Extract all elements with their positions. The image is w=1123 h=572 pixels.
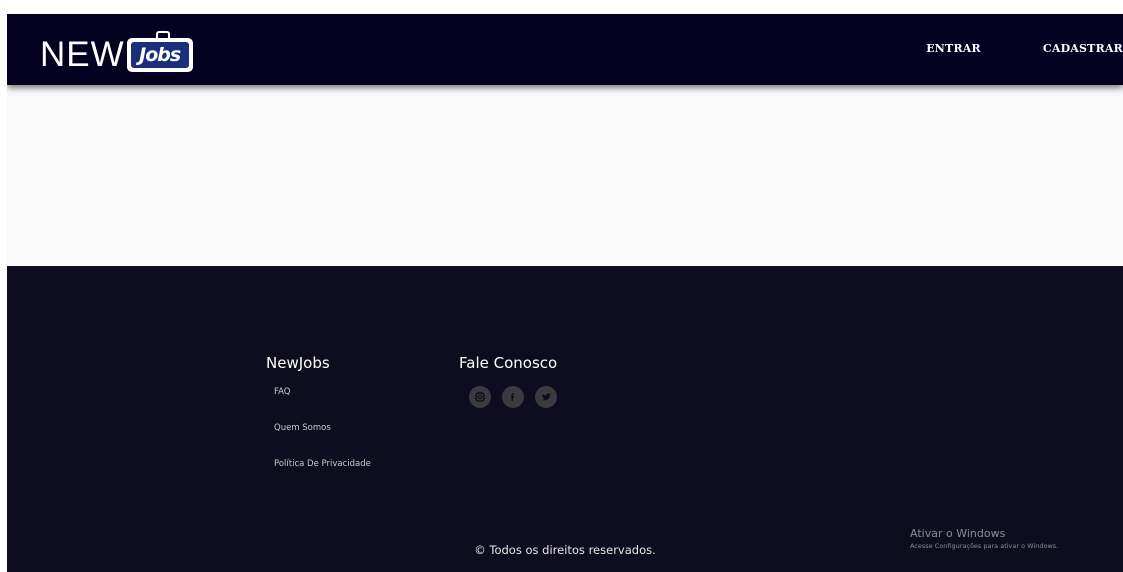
twitter-icon[interactable] <box>535 386 557 408</box>
faq-link[interactable]: FAQ <box>274 386 371 422</box>
instagram-icon[interactable] <box>469 386 491 408</box>
footer-brand-title: NewJobs <box>266 354 330 372</box>
footer-brand-column: NewJobs FAQ Quem Somos Política De Priva… <box>266 354 371 494</box>
watermark-title: Ativar o Windows <box>910 527 1006 540</box>
header-nav: ENTRAR CADASTRAR <box>926 42 1123 55</box>
footer-contact-title: Fale Conosco <box>459 354 558 372</box>
newjobs-logo[interactable]: NEW Jobs <box>40 25 193 75</box>
footer: NewJobs FAQ Quem Somos Política De Priva… <box>7 266 1123 572</box>
social-links <box>469 386 557 408</box>
briefcase-icon: Jobs <box>126 31 193 72</box>
privacy-policy-link[interactable]: Política De Privacidade <box>274 458 371 494</box>
page: NEW Jobs ENTRAR CADASTRAR NewJobs FAQ Qu… <box>7 14 1123 572</box>
top-navbar: NEW Jobs ENTRAR CADASTRAR <box>7 14 1123 85</box>
signup-link[interactable]: CADASTRAR <box>1043 42 1123 55</box>
logo-new-text: NEW <box>40 35 125 74</box>
footer-links: FAQ Quem Somos Política De Privacidade <box>266 386 371 494</box>
copyright-label: © Todos os direitos reservados. <box>474 543 656 557</box>
about-link[interactable]: Quem Somos <box>274 422 371 458</box>
main-content <box>7 85 1123 266</box>
logo-jobs-text: Jobs <box>130 42 189 68</box>
footer-contact-column: Fale Conosco <box>459 354 557 408</box>
facebook-icon[interactable] <box>502 386 524 408</box>
windows-activation-watermark: Ativar o Windows Acesse Configurações pa… <box>910 527 1058 550</box>
login-link[interactable]: ENTRAR <box>926 42 981 55</box>
watermark-subtitle: Acesse Configurações para ativar o Windo… <box>910 542 1059 550</box>
